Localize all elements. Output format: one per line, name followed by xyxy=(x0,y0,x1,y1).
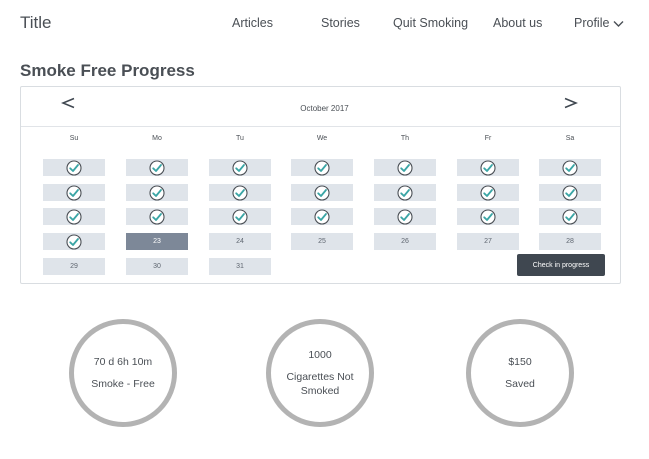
calendar-day[interactable]: 23 xyxy=(126,233,188,250)
calendar-day[interactable]: 20 xyxy=(457,208,519,225)
check-circle-icon xyxy=(66,208,82,225)
calendar-day[interactable]: 5 xyxy=(374,159,436,176)
check-circle-icon xyxy=(397,208,413,225)
stat-saved-label: Saved xyxy=(505,378,535,390)
calendar-day[interactable]: 21 xyxy=(539,208,601,225)
nav-quit-smoking[interactable]: Quit Smoking xyxy=(393,16,468,30)
calendar-day[interactable]: 31 xyxy=(209,258,271,275)
calendar-day[interactable]: 18 xyxy=(291,208,353,225)
calendar-day[interactable]: 19 xyxy=(374,208,436,225)
check-circle-icon xyxy=(149,184,165,201)
stat-smoke-free-label: Smoke - Free xyxy=(91,378,155,390)
calendar-day-number: 31 xyxy=(236,263,244,270)
check-circle-icon xyxy=(480,159,496,176)
check-circle-icon xyxy=(66,233,82,250)
check-circle-icon xyxy=(66,159,82,176)
calendar-day[interactable]: 28 xyxy=(539,233,601,250)
calendar-day-number: 28 xyxy=(566,238,574,245)
nav-profile[interactable]: Profile xyxy=(574,16,624,31)
stat-cigarettes-label-1: Cigarettes Not xyxy=(286,371,354,383)
calendar-day-number: 25 xyxy=(318,238,326,245)
calendar-divider xyxy=(21,126,620,127)
check-circle-icon xyxy=(562,184,578,201)
check-circle-icon xyxy=(397,159,413,176)
page-title: Smoke Free Progress xyxy=(20,61,195,80)
month-label: October 2017 xyxy=(300,104,349,113)
calendar-day[interactable]: 17 xyxy=(209,208,271,225)
calendar-day[interactable]: 8 xyxy=(43,184,105,201)
calendar-day[interactable]: 4 xyxy=(291,159,353,176)
weekday-wed: We xyxy=(316,135,328,142)
check-circle-icon xyxy=(232,208,248,225)
check-circle-icon xyxy=(562,208,578,225)
check-circle-icon xyxy=(397,184,413,201)
weekday-mon: Mo xyxy=(152,135,162,142)
calendar-day[interactable]: 10 xyxy=(209,184,271,201)
weekday-fri: Fr xyxy=(484,135,492,142)
calendar-day[interactable]: 1 xyxy=(43,159,105,176)
calendar-day-number: 23 xyxy=(153,238,161,245)
calendar-day[interactable]: 16 xyxy=(126,208,188,225)
stat-smoke-free: 70 d 6h 10m Smoke - Free xyxy=(69,319,177,427)
stat-cigarettes-label-2: Smoked xyxy=(300,385,340,397)
calendar-day[interactable]: 2 xyxy=(126,159,188,176)
calendar-day[interactable]: 24 xyxy=(209,233,271,250)
calendar-day[interactable]: 27 xyxy=(457,233,519,250)
calendar-day[interactable]: 6 xyxy=(457,159,519,176)
calendar-day[interactable]: 12 xyxy=(374,184,436,201)
calendar-day-number: 27 xyxy=(484,238,492,245)
check-circle-icon xyxy=(232,184,248,201)
calendar-day[interactable]: 14 xyxy=(539,184,601,201)
calendar-day[interactable]: 30 xyxy=(126,258,188,275)
weekday-sat: Sa xyxy=(565,135,575,142)
calendar-day[interactable]: 9 xyxy=(126,184,188,201)
calendar-day-number: 24 xyxy=(236,238,244,245)
nav-profile-label: Profile xyxy=(574,16,610,30)
calendar-day[interactable]: 29 xyxy=(43,258,105,275)
calendar-day[interactable]: 15 xyxy=(43,208,105,225)
check-circle-icon xyxy=(480,184,496,201)
check-circle-icon xyxy=(314,159,330,176)
stat-smoke-free-value: 70 d 6h 10m xyxy=(93,356,153,368)
calendar-day-number: 29 xyxy=(70,263,78,270)
calendar-day[interactable]: 7 xyxy=(539,159,601,176)
calendar-day[interactable]: 11 xyxy=(291,184,353,201)
stat-saved: $150 Saved xyxy=(466,319,574,427)
site-title[interactable]: Title xyxy=(20,13,52,33)
calendar-day[interactable]: 25 xyxy=(291,233,353,250)
chevron-down-icon xyxy=(613,17,624,31)
check-circle-icon xyxy=(149,159,165,176)
calendar-day[interactable]: 13 xyxy=(457,184,519,201)
check-circle-icon xyxy=(562,159,578,176)
check-circle-icon xyxy=(66,184,82,201)
check-circle-icon xyxy=(314,208,330,225)
calendar-day[interactable]: 26 xyxy=(374,233,436,250)
check-in-button[interactable]: Check in progress xyxy=(517,254,605,276)
calendar-day-number: 26 xyxy=(401,238,409,245)
nav-about-us[interactable]: About us xyxy=(493,16,542,30)
check-circle-icon xyxy=(232,159,248,176)
check-circle-icon xyxy=(480,208,496,225)
stat-saved-value: $150 xyxy=(508,356,532,368)
nav-stories[interactable]: Stories xyxy=(321,16,360,30)
weekday-thu: Th xyxy=(400,135,410,142)
calendar-day[interactable]: 22 xyxy=(43,233,105,250)
check-circle-icon xyxy=(314,184,330,201)
nav-articles[interactable]: Articles xyxy=(232,16,273,30)
calendar-day[interactable]: 3 xyxy=(209,159,271,176)
weekday-tue: Tu xyxy=(236,135,244,142)
stat-cigarettes: 1000 Cigarettes Not Smoked xyxy=(266,319,374,427)
weekday-sun: Su xyxy=(69,135,79,142)
calendar-day-number: 30 xyxy=(153,263,161,270)
stat-cigarettes-value: 1000 xyxy=(308,349,332,361)
check-circle-icon xyxy=(149,208,165,225)
